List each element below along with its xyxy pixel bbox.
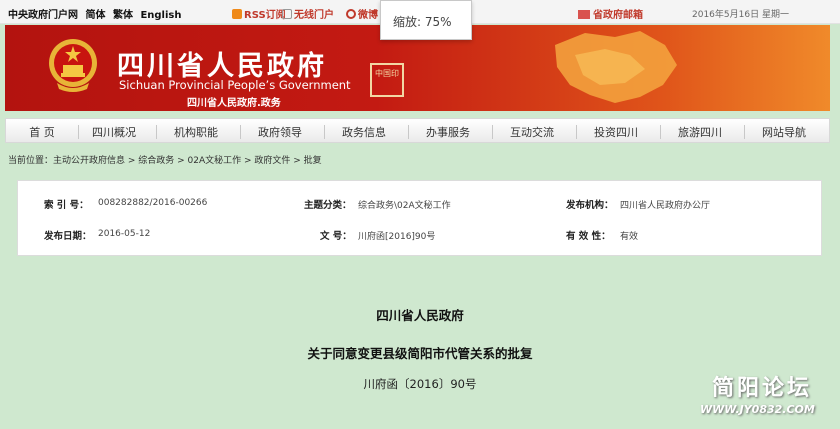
nav-item-news[interactable]: 政务信息 (328, 124, 400, 140)
nav-item-overview[interactable]: 四川概况 (78, 124, 150, 140)
wireless-link[interactable]: 无线门户 (282, 6, 334, 21)
mailbox-label: 省政府邮箱 (593, 10, 643, 21)
nav-item-travel[interactable]: 旅游四川 (664, 124, 736, 140)
site-title-en: Sichuan Provincial People’s Government (119, 78, 351, 92)
topic-label: 主题分类： (304, 200, 352, 211)
document-info-box: 索 引 号： 008282882/2016-00266 主题分类： 综合政务\0… (17, 180, 822, 256)
mail-icon (578, 10, 590, 19)
rss-link[interactable]: RSS订阅 (232, 6, 286, 21)
validity-value: 有效 (620, 232, 639, 242)
weibo-icon (346, 9, 356, 19)
top-links: 中央政府门户网 简体 繁体 English (8, 6, 186, 21)
nav-divider (660, 125, 661, 139)
index-label: 索 引 号： (44, 200, 89, 211)
zoom-indicator: 缩放: 75% (380, 0, 472, 40)
english-link[interactable]: English (140, 10, 181, 21)
nav-divider (576, 125, 577, 139)
org-label: 发布机构： (566, 200, 614, 211)
weibo-link[interactable]: 微博 (346, 6, 378, 21)
document-title: 关于同意变更县级简阳市代管关系的批复 (307, 346, 533, 361)
nav-divider (744, 125, 745, 139)
date-label: 发布日期： (44, 231, 92, 242)
nav-item-invest[interactable]: 投资四川 (580, 124, 652, 140)
seal-logo: 中国印 (370, 63, 404, 97)
document-issuer: 四川省人民政府 (376, 308, 464, 323)
nav-divider (408, 125, 409, 139)
validity-label: 有 效 性： (566, 231, 611, 242)
index-value: 008282882/2016-00266 (98, 198, 208, 208)
nav-item-interaction[interactable]: 互动交流 (496, 124, 568, 140)
nav-divider (240, 125, 241, 139)
nav-item-services[interactable]: 办事服务 (412, 124, 484, 140)
org-value: 四川省人民政府办公厅 (620, 201, 711, 211)
traditional-link[interactable]: 繁体 (113, 10, 133, 21)
nav-item-sitemap[interactable]: 网站导航 (748, 124, 820, 140)
topic-value: 综合政务\02A文秘工作 (358, 201, 451, 211)
breadcrumb: 当前位置：主动公开政府信息 > 综合政务 > 02A文秘工作 > 政府文件 > … (8, 156, 322, 166)
site-subtitle: 四川省人民政府.政务 (187, 98, 281, 109)
nav-item-functions[interactable]: 机构职能 (160, 124, 232, 140)
nav-divider (324, 125, 325, 139)
date-value: 2016-05-12 (98, 229, 151, 239)
main-nav: 首 页 四川概况 机构职能 政府领导 政务信息 办事服务 互动交流 投资四川 旅… (5, 118, 830, 143)
docno-label: 文 号： (320, 231, 352, 242)
watermark-name: 简阳论坛 (712, 376, 813, 401)
nav-divider (492, 125, 493, 139)
watermark-url: WWW.JY0832.COM (700, 403, 815, 416)
nav-divider (156, 125, 157, 139)
sichuan-map-icon (555, 31, 677, 103)
national-emblem-icon (49, 39, 97, 92)
mailbox-link[interactable]: 省政府邮箱 (578, 6, 643, 21)
wireless-label: 无线门户 (294, 10, 334, 21)
nav-item-home[interactable]: 首 页 (6, 124, 78, 140)
nav-item-leaders[interactable]: 政府领导 (244, 124, 316, 140)
current-date: 2016年5月16日 星期一 (692, 10, 789, 20)
rss-label: RSS订阅 (244, 10, 286, 21)
docno-value: 川府函[2016]90号 (358, 232, 436, 242)
wireless-icon (282, 9, 292, 19)
rss-icon (232, 9, 242, 19)
central-gov-link[interactable]: 中央政府门户网 (8, 10, 78, 21)
weibo-label: 微博 (358, 10, 378, 21)
simplified-link[interactable]: 简体 (85, 10, 105, 21)
